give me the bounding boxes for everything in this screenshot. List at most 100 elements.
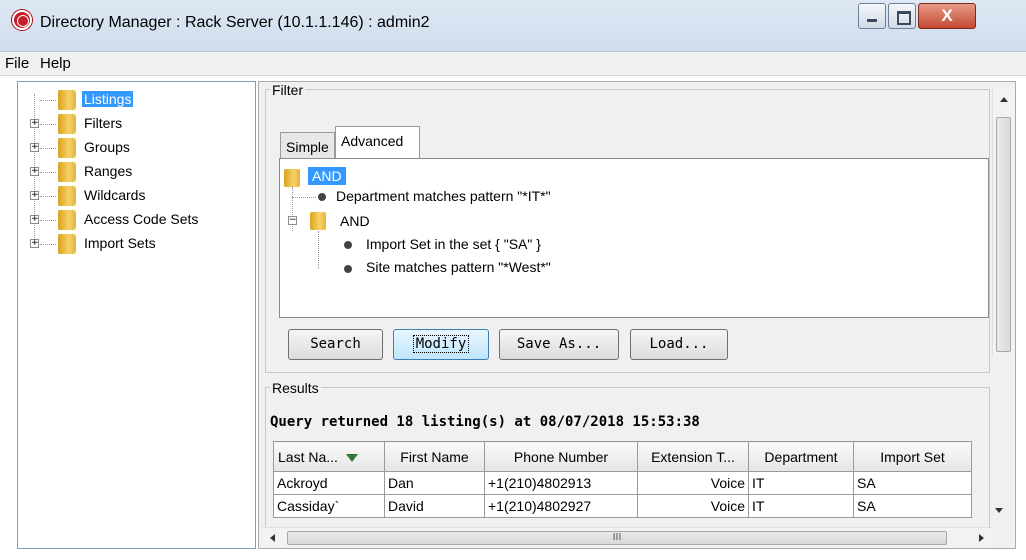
window-title: Directory Manager : Rack Server (10.1.1.…: [40, 14, 430, 31]
app-logo-icon: [12, 10, 32, 30]
condition-sub-and[interactable]: AND: [340, 213, 370, 229]
horizontal-scroll-thumb[interactable]: III: [287, 531, 947, 545]
tree-item-label: Listings: [82, 91, 134, 107]
cell-extension-type: Voice: [637, 494, 749, 518]
filter-group: Filter Simple Advanced AND Department ma…: [265, 82, 990, 373]
scroll-up-icon[interactable]: [1000, 97, 1008, 102]
filter-title: Filter: [270, 82, 306, 98]
menu-help[interactable]: Help: [40, 55, 71, 72]
condition-root[interactable]: AND: [308, 167, 346, 185]
expand-icon[interactable]: +: [30, 167, 39, 176]
condition-import-set[interactable]: Import Set in the set { "SA" }: [366, 236, 541, 252]
tab-advanced[interactable]: Advanced: [335, 126, 420, 159]
collapse-icon[interactable]: −: [288, 216, 297, 225]
tree-item-listings[interactable]: Listings: [18, 88, 254, 112]
folder-icon: [58, 234, 76, 254]
tree-item-import-sets[interactable]: + Import Sets: [18, 232, 254, 256]
tree-connector: [40, 244, 56, 245]
column-extension-type[interactable]: Extension T...: [637, 441, 749, 472]
cell-last-name: Ackroyd: [273, 471, 385, 495]
cell-first-name: David: [384, 494, 485, 518]
scroll-left-icon[interactable]: [270, 534, 275, 542]
folder-icon: [284, 169, 300, 187]
tree-connector: [40, 124, 56, 125]
sort-desc-icon: [345, 453, 358, 462]
scroll-down-icon[interactable]: [995, 508, 1003, 513]
cell-first-name: Dan: [384, 471, 485, 495]
folder-icon: [58, 138, 76, 158]
cell-phone: +1(210)4802927: [484, 494, 638, 518]
menu-file[interactable]: File: [5, 55, 29, 72]
column-first-name[interactable]: First Name: [384, 441, 485, 472]
tree-item-label: Ranges: [84, 163, 133, 179]
tree-connector: [318, 231, 319, 269]
query-summary: Query returned 18 listing(s) at 08/07/20…: [270, 414, 700, 430]
vertical-scroll-thumb[interactable]: [996, 117, 1011, 352]
tree-connector: [40, 100, 56, 101]
condition-site[interactable]: Site matches pattern "*West*": [366, 259, 551, 275]
save-as-button[interactable]: Save As...: [499, 329, 619, 360]
cell-import-set: SA: [853, 494, 972, 518]
modify-button[interactable]: Modify: [393, 329, 489, 360]
leaf-bullet-icon: [318, 193, 326, 201]
load-button[interactable]: Load...: [630, 329, 728, 360]
table-header-row: Last Na... First Name Phone Number Exten…: [273, 441, 972, 472]
folder-icon: [58, 210, 76, 230]
table-row[interactable]: Ackroyd Dan +1(210)4802913 Voice IT SA: [273, 471, 972, 495]
maximize-button[interactable]: [888, 3, 916, 29]
leaf-bullet-icon: [344, 241, 352, 249]
condition-tree: AND Department matches pattern "*IT*" − …: [279, 158, 989, 318]
folder-icon: [310, 212, 326, 230]
cell-department: IT: [748, 494, 854, 518]
close-icon: X: [941, 6, 953, 25]
modify-label: Modify: [412, 335, 470, 353]
folder-icon: [58, 90, 76, 110]
folder-icon: [58, 162, 76, 182]
column-phone-number[interactable]: Phone Number: [484, 441, 638, 472]
condition-department[interactable]: Department matches pattern "*IT*": [336, 188, 551, 204]
table-row[interactable]: Cassiday` David +1(210)4802927 Voice IT …: [273, 494, 972, 518]
navigation-tree: Listings + Filters + Groups + Ranges + W…: [17, 81, 256, 549]
cell-import-set: SA: [853, 471, 972, 495]
title-bar: Directory Manager : Rack Server (10.1.1.…: [0, 0, 1026, 52]
cell-extension-type: Voice: [637, 471, 749, 495]
tree-item-label: Groups: [84, 139, 130, 155]
column-department[interactable]: Department: [748, 441, 854, 472]
minimize-button[interactable]: [858, 3, 886, 29]
column-import-set[interactable]: Import Set: [853, 441, 972, 472]
tree-item-access-code-sets[interactable]: + Access Code Sets: [18, 208, 254, 232]
expand-icon[interactable]: +: [30, 119, 39, 128]
tree-item-groups[interactable]: + Groups: [18, 136, 254, 160]
cell-department: IT: [748, 471, 854, 495]
tree-item-filters[interactable]: + Filters: [18, 112, 254, 136]
horizontal-scrollbar[interactable]: III: [262, 527, 992, 547]
tree-connector: [40, 148, 56, 149]
tree-connector: [40, 172, 56, 173]
expand-icon[interactable]: +: [30, 191, 39, 200]
tree-connector: [40, 220, 56, 221]
results-table: Last Na... First Name Phone Number Exten…: [273, 441, 972, 518]
expand-icon[interactable]: +: [30, 239, 39, 248]
tree-connector: [40, 196, 56, 197]
column-last-name[interactable]: Last Na...: [273, 441, 385, 472]
close-button[interactable]: X: [918, 3, 976, 29]
column-label: Last Na...: [278, 448, 338, 465]
vertical-scrollbar[interactable]: [992, 89, 1014, 357]
results-group: Results Query returned 18 listing(s) at …: [265, 380, 990, 547]
menu-bar: File Help: [0, 52, 1026, 76]
tree-item-ranges[interactable]: + Ranges: [18, 160, 254, 184]
content-panel: Filter Simple Advanced AND Department ma…: [258, 81, 1016, 549]
tree-connector: [292, 197, 316, 198]
results-title: Results: [270, 380, 321, 396]
cell-phone: +1(210)4802913: [484, 471, 638, 495]
tab-simple[interactable]: Simple: [280, 132, 335, 158]
expand-icon[interactable]: +: [30, 143, 39, 152]
tree-item-label: Wildcards: [84, 187, 146, 203]
folder-icon: [58, 186, 76, 206]
tree-item-label: Filters: [84, 115, 123, 131]
expand-icon[interactable]: +: [30, 215, 39, 224]
search-button[interactable]: Search: [288, 329, 383, 360]
scroll-right-icon[interactable]: [979, 534, 984, 542]
tree-item-wildcards[interactable]: + Wildcards: [18, 184, 254, 208]
tree-item-label: Import Sets: [84, 235, 156, 251]
